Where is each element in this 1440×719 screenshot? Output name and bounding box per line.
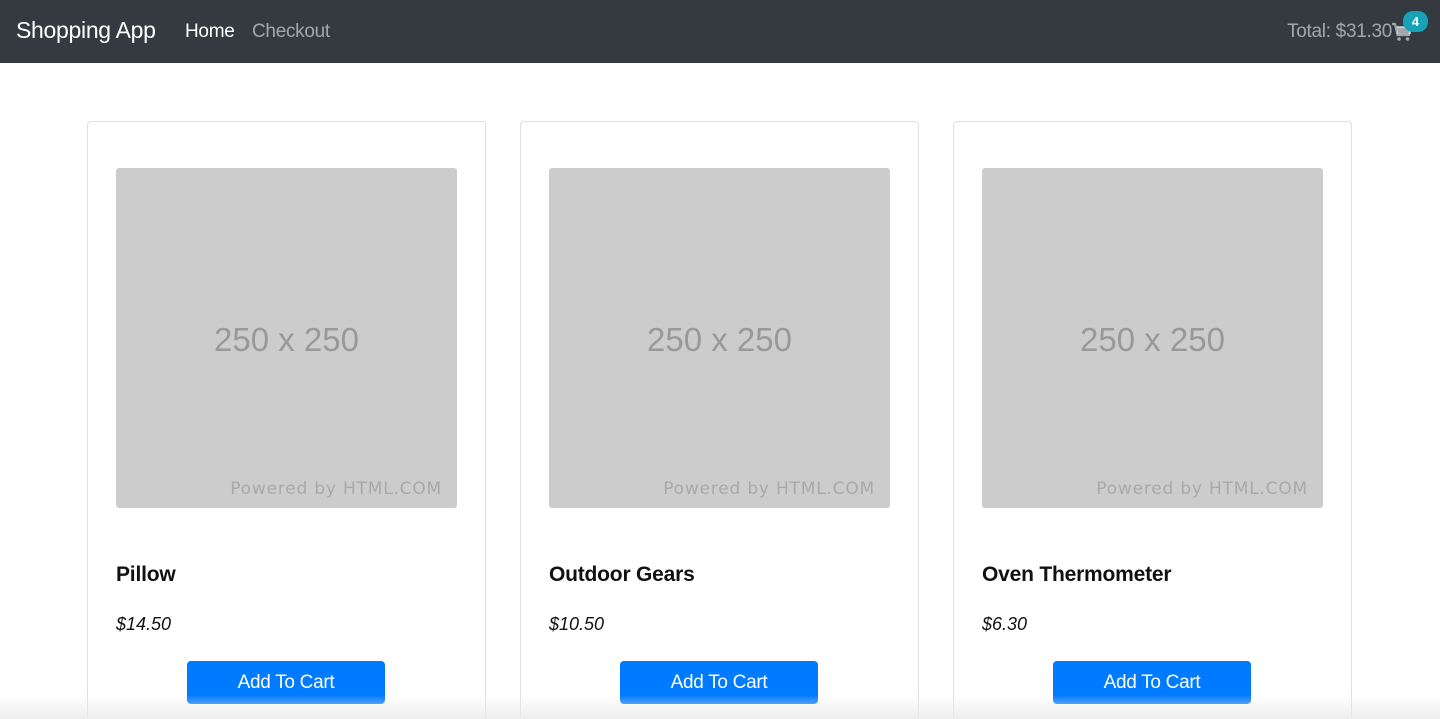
product-price: $6.30 — [982, 614, 1028, 634]
nav-checkout-link[interactable]: Checkout — [252, 21, 330, 43]
cart-count-badge: 4 — [1403, 11, 1428, 32]
placeholder-size-text: 250 x 250 — [214, 321, 359, 358]
product-image-placeholder: 250 x 250 Powered by HTML.COM — [116, 168, 457, 508]
placeholder-size-text: 250 x 250 — [1080, 321, 1225, 358]
nav-home-link[interactable]: Home — [185, 21, 235, 43]
product-price: $10.50 — [549, 614, 605, 634]
product-card-outdoor-gears: 250 x 250 Powered by HTML.COM Outdoor Ge… — [520, 121, 919, 719]
product-name: Pillow — [116, 563, 176, 586]
product-card-oven-thermometer: 250 x 250 Powered by HTML.COM Oven Therm… — [953, 121, 1352, 719]
add-to-cart-button[interactable]: Add To Cart — [187, 661, 385, 704]
product-image-placeholder: 250 x 250 Powered by HTML.COM — [549, 168, 890, 508]
placeholder-size-text: 250 x 250 — [647, 321, 792, 358]
add-to-cart-button[interactable]: Add To Cart — [1053, 661, 1251, 704]
product-price: $14.50 — [116, 614, 172, 634]
product-name: Oven Thermometer — [982, 563, 1172, 586]
app-brand[interactable]: Shopping App — [16, 17, 156, 44]
placeholder-credit: Powered by HTML.COM — [663, 479, 875, 499]
placeholder-credit: Powered by HTML.COM — [1096, 479, 1308, 499]
product-image-placeholder: 250 x 250 Powered by HTML.COM — [982, 168, 1323, 508]
cart-total: Total: $31.30 — [1287, 21, 1392, 42]
product-name: Outdoor Gears — [549, 563, 695, 586]
product-card-pillow: 250 x 250 Powered by HTML.COM Pillow $14… — [87, 121, 486, 719]
placeholder-credit: Powered by HTML.COM — [230, 479, 442, 499]
add-to-cart-button[interactable]: Add To Cart — [620, 661, 818, 704]
top-navbar: Shopping App Home Checkout Total: $31.30… — [0, 0, 1440, 63]
